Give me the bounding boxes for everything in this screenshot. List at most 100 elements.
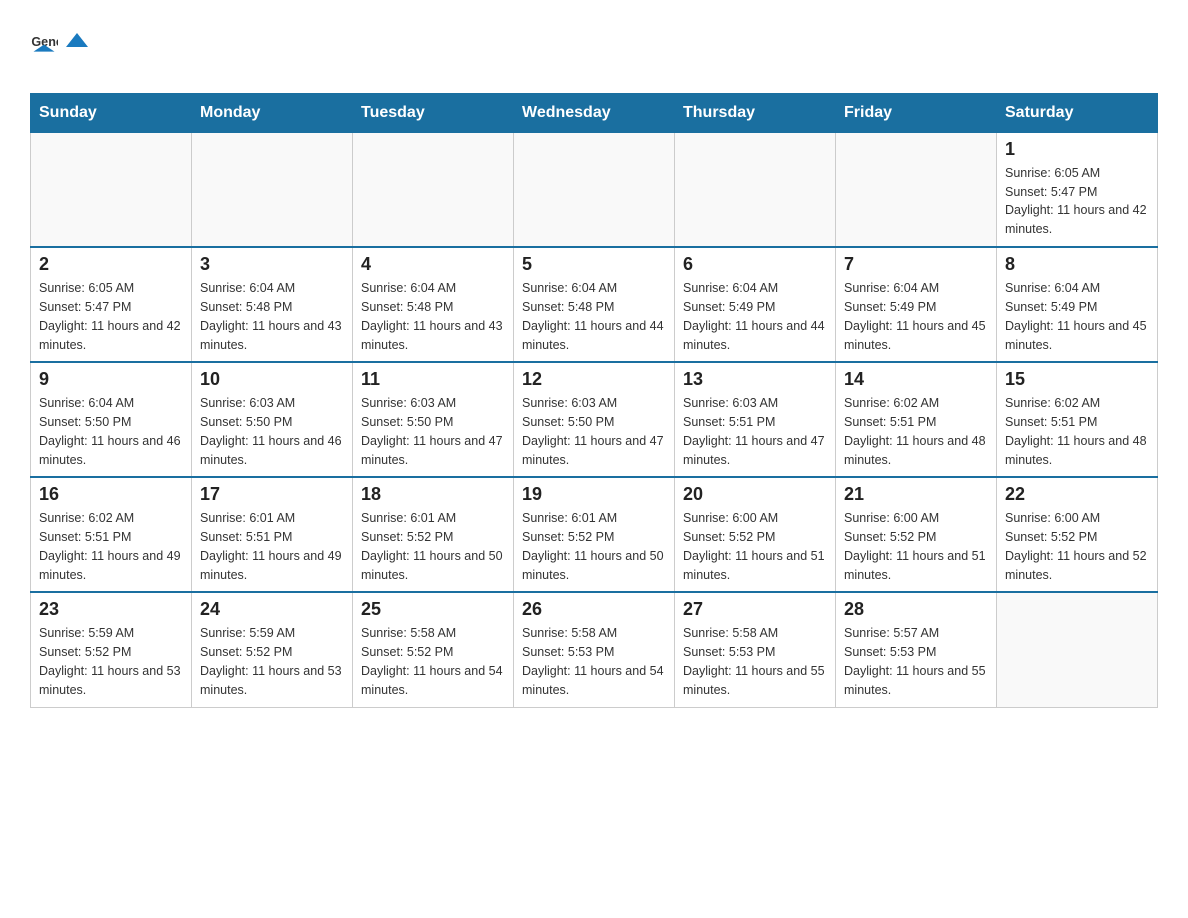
day-info: Sunrise: 6:05 AMSunset: 5:47 PMDaylight:… [39, 279, 183, 354]
calendar-day-cell: 9 Sunrise: 6:04 AMSunset: 5:50 PMDaylight… [31, 362, 192, 477]
day-number: 14 [844, 369, 988, 390]
day-info: Sunrise: 6:01 AMSunset: 5:52 PMDaylight:… [361, 509, 505, 584]
day-number: 21 [844, 484, 988, 505]
day-info: Sunrise: 6:03 AMSunset: 5:50 PMDaylight:… [361, 394, 505, 469]
day-info: Sunrise: 5:59 AMSunset: 5:52 PMDaylight:… [200, 624, 344, 699]
calendar-day-cell [675, 132, 836, 247]
day-number: 24 [200, 599, 344, 620]
day-header-wednesday: Wednesday [514, 93, 675, 132]
day-header-monday: Monday [192, 93, 353, 132]
day-header-saturday: Saturday [997, 93, 1158, 132]
day-number: 2 [39, 254, 183, 275]
day-info: Sunrise: 6:03 AMSunset: 5:50 PMDaylight:… [200, 394, 344, 469]
calendar-day-cell: 23 Sunrise: 5:59 AMSunset: 5:52 PMDayligh… [31, 592, 192, 707]
calendar-week-row: 9 Sunrise: 6:04 AMSunset: 5:50 PMDaylight… [31, 362, 1158, 477]
day-info: Sunrise: 5:57 AMSunset: 5:53 PMDaylight:… [844, 624, 988, 699]
calendar-day-cell: 24 Sunrise: 5:59 AMSunset: 5:52 PMDayligh… [192, 592, 353, 707]
day-info: Sunrise: 5:58 AMSunset: 5:52 PMDaylight:… [361, 624, 505, 699]
day-number: 13 [683, 369, 827, 390]
calendar-header-row: SundayMondayTuesdayWednesdayThursdayFrid… [31, 93, 1158, 132]
calendar-day-cell: 20Sunrise: 6:00 AMSunset: 5:52 PMDayligh… [675, 477, 836, 592]
calendar-day-cell [997, 592, 1158, 707]
day-info: Sunrise: 5:58 AMSunset: 5:53 PMDaylight:… [683, 624, 827, 699]
calendar-day-cell: 4 Sunrise: 6:04 AMSunset: 5:48 PMDaylight… [353, 247, 514, 362]
day-number: 20 [683, 484, 827, 505]
day-number: 23 [39, 599, 183, 620]
logo-icon: General [30, 32, 58, 60]
day-header-thursday: Thursday [675, 93, 836, 132]
day-info: Sunrise: 6:05 AMSunset: 5:47 PMDaylight:… [1005, 164, 1149, 239]
day-number: 5 [522, 254, 666, 275]
day-number: 9 [39, 369, 183, 390]
day-number: 26 [522, 599, 666, 620]
day-info: Sunrise: 5:58 AMSunset: 5:53 PMDaylight:… [522, 624, 666, 699]
calendar-day-cell: 18Sunrise: 6:01 AMSunset: 5:52 PMDayligh… [353, 477, 514, 592]
calendar-day-cell: 1 Sunrise: 6:05 AMSunset: 5:47 PMDaylight… [997, 132, 1158, 247]
calendar-day-cell: 15 Sunrise: 6:02 AMSunset: 5:51 PMDayligh… [997, 362, 1158, 477]
calendar-day-cell: 2 Sunrise: 6:05 AMSunset: 5:47 PMDaylight… [31, 247, 192, 362]
day-number: 17 [200, 484, 344, 505]
day-header-tuesday: Tuesday [353, 93, 514, 132]
day-number: 11 [361, 369, 505, 390]
day-number: 15 [1005, 369, 1149, 390]
day-info: Sunrise: 6:04 AMSunset: 5:48 PMDaylight:… [200, 279, 344, 354]
calendar-day-cell [514, 132, 675, 247]
day-info: Sunrise: 6:04 AMSunset: 5:49 PMDaylight:… [683, 279, 827, 354]
day-header-sunday: Sunday [31, 93, 192, 132]
calendar-day-cell: 14 Sunrise: 6:02 AMSunset: 5:51 PMDayligh… [836, 362, 997, 477]
calendar-day-cell: 16Sunrise: 6:02 AMSunset: 5:51 PMDayligh… [31, 477, 192, 592]
day-info: Sunrise: 6:00 AMSunset: 5:52 PMDaylight:… [844, 509, 988, 584]
day-number: 6 [683, 254, 827, 275]
calendar-day-cell: 13 Sunrise: 6:03 AMSunset: 5:51 PMDayligh… [675, 362, 836, 477]
day-number: 25 [361, 599, 505, 620]
day-number: 19 [522, 484, 666, 505]
calendar-day-cell [31, 132, 192, 247]
day-info: Sunrise: 6:00 AMSunset: 5:52 PMDaylight:… [1005, 509, 1149, 584]
calendar-day-cell: 5 Sunrise: 6:04 AMSunset: 5:48 PMDaylight… [514, 247, 675, 362]
calendar-day-cell [836, 132, 997, 247]
calendar-day-cell: 8 Sunrise: 6:04 AMSunset: 5:49 PMDaylight… [997, 247, 1158, 362]
calendar-day-cell: 17 Sunrise: 6:01 AMSunset: 5:51 PMDayligh… [192, 477, 353, 592]
day-header-friday: Friday [836, 93, 997, 132]
calendar-day-cell: 6 Sunrise: 6:04 AMSunset: 5:49 PMDaylight… [675, 247, 836, 362]
day-number: 10 [200, 369, 344, 390]
logo-triangle-icon [66, 25, 88, 47]
day-info: Sunrise: 5:59 AMSunset: 5:52 PMDaylight:… [39, 624, 183, 699]
calendar-day-cell: 21 Sunrise: 6:00 AMSunset: 5:52 PMDayligh… [836, 477, 997, 592]
calendar-day-cell: 27 Sunrise: 5:58 AMSunset: 5:53 PMDayligh… [675, 592, 836, 707]
calendar-day-cell: 19Sunrise: 6:01 AMSunset: 5:52 PMDayligh… [514, 477, 675, 592]
day-info: Sunrise: 6:02 AMSunset: 5:51 PMDaylight:… [39, 509, 183, 584]
day-info: Sunrise: 6:04 AMSunset: 5:49 PMDaylight:… [844, 279, 988, 354]
day-info: Sunrise: 6:04 AMSunset: 5:48 PMDaylight:… [361, 279, 505, 354]
day-number: 1 [1005, 139, 1149, 160]
day-number: 27 [683, 599, 827, 620]
calendar-week-row: 2 Sunrise: 6:05 AMSunset: 5:47 PMDaylight… [31, 247, 1158, 362]
day-number: 22 [1005, 484, 1149, 505]
calendar-day-cell: 7 Sunrise: 6:04 AMSunset: 5:49 PMDaylight… [836, 247, 997, 362]
day-number: 28 [844, 599, 988, 620]
page-header: General [30, 20, 1158, 73]
calendar-day-cell: 10 Sunrise: 6:03 AMSunset: 5:50 PMDayligh… [192, 362, 353, 477]
calendar-day-cell: 28 Sunrise: 5:57 AMSunset: 5:53 PMDayligh… [836, 592, 997, 707]
calendar-day-cell: 25 Sunrise: 5:58 AMSunset: 5:52 PMDayligh… [353, 592, 514, 707]
day-info: Sunrise: 6:01 AMSunset: 5:51 PMDaylight:… [200, 509, 344, 584]
calendar-day-cell [192, 132, 353, 247]
day-number: 3 [200, 254, 344, 275]
day-info: Sunrise: 6:04 AMSunset: 5:49 PMDaylight:… [1005, 279, 1149, 354]
calendar-week-row: 16Sunrise: 6:02 AMSunset: 5:51 PMDayligh… [31, 477, 1158, 592]
day-number: 12 [522, 369, 666, 390]
day-info: Sunrise: 6:03 AMSunset: 5:51 PMDaylight:… [683, 394, 827, 469]
calendar-day-cell: 22 Sunrise: 6:00 AMSunset: 5:52 PMDayligh… [997, 477, 1158, 592]
day-info: Sunrise: 6:02 AMSunset: 5:51 PMDaylight:… [844, 394, 988, 469]
day-info: Sunrise: 6:04 AMSunset: 5:50 PMDaylight:… [39, 394, 183, 469]
day-info: Sunrise: 6:04 AMSunset: 5:48 PMDaylight:… [522, 279, 666, 354]
calendar-day-cell: 12 Sunrise: 6:03 AMSunset: 5:50 PMDayligh… [514, 362, 675, 477]
day-number: 8 [1005, 254, 1149, 275]
logo: General [30, 20, 90, 73]
calendar-week-row: 1 Sunrise: 6:05 AMSunset: 5:47 PMDaylight… [31, 132, 1158, 247]
day-number: 7 [844, 254, 988, 275]
calendar-day-cell: 11 Sunrise: 6:03 AMSunset: 5:50 PMDayligh… [353, 362, 514, 477]
day-number: 4 [361, 254, 505, 275]
day-info: Sunrise: 6:03 AMSunset: 5:50 PMDaylight:… [522, 394, 666, 469]
day-info: Sunrise: 6:02 AMSunset: 5:51 PMDaylight:… [1005, 394, 1149, 469]
